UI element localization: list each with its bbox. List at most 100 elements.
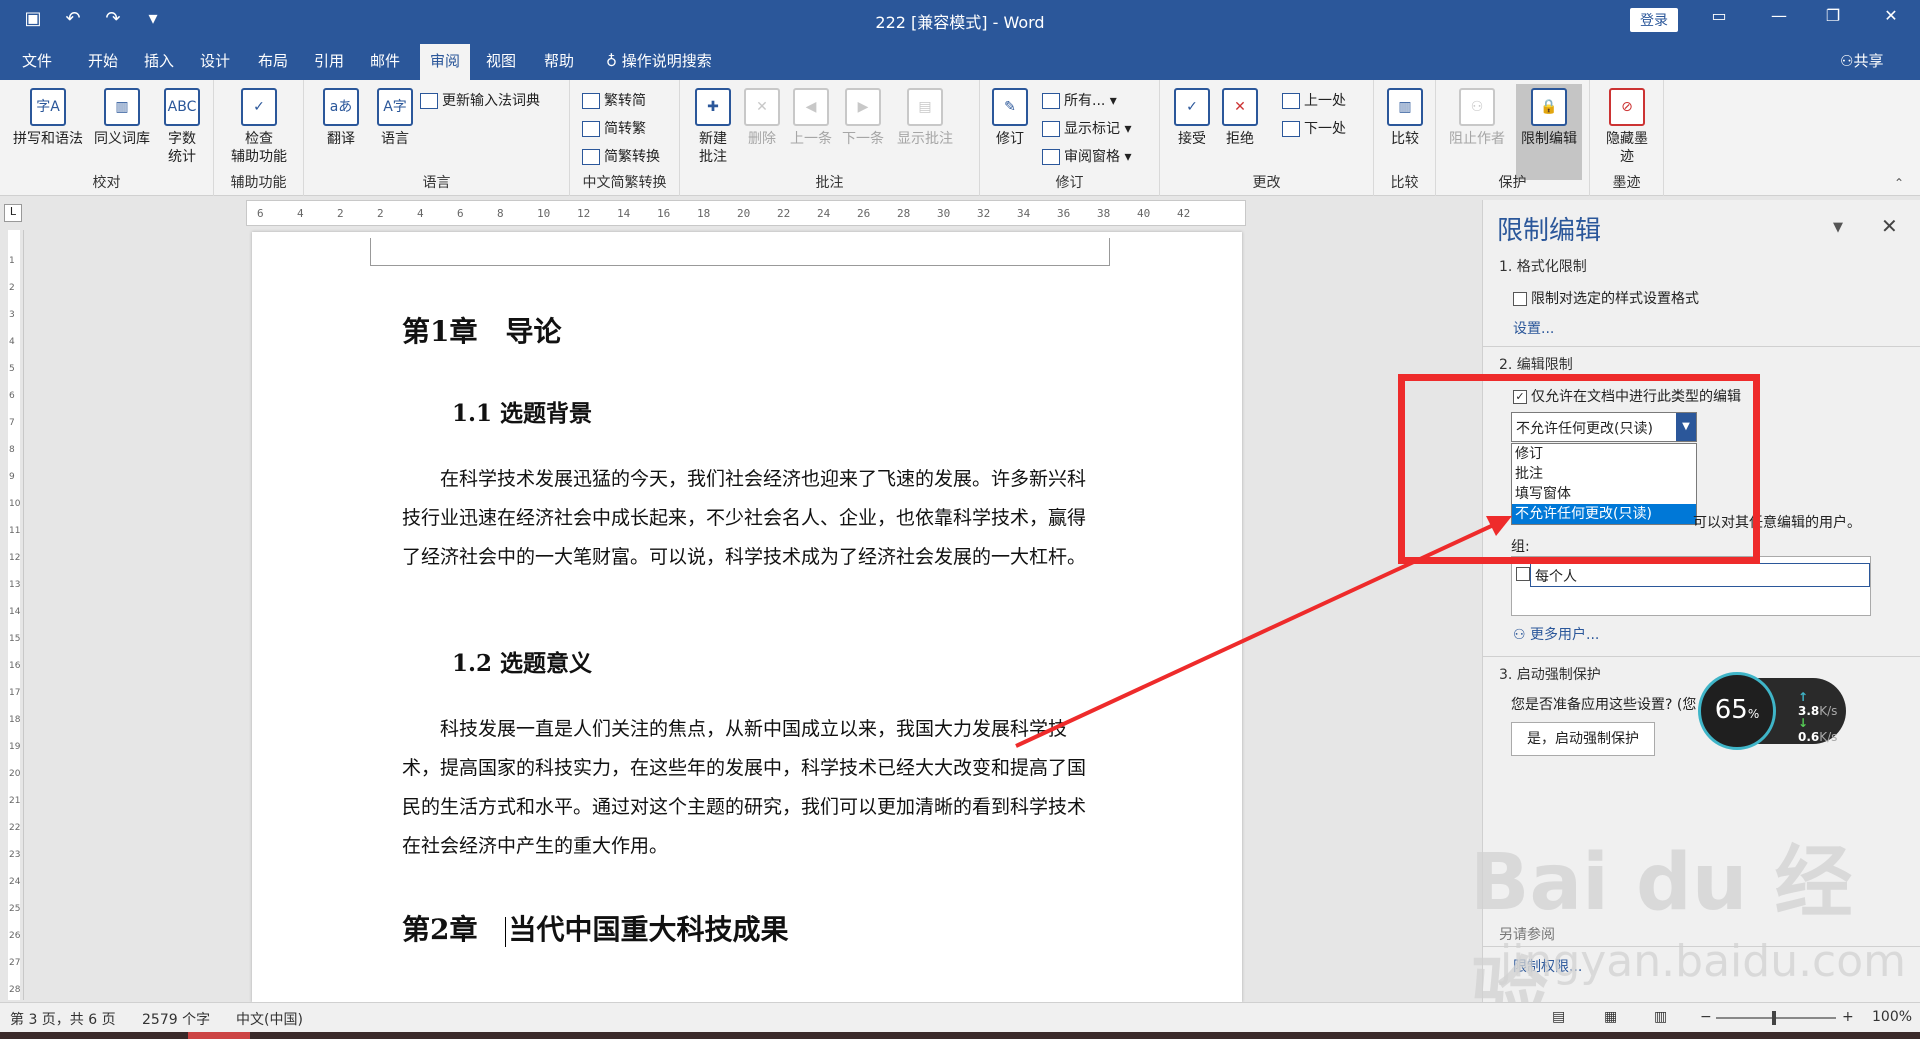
update-ime-button[interactable]: 更新输入法词典 xyxy=(420,90,540,110)
tab-references[interactable]: 引用 xyxy=(314,50,344,71)
previous-change-button[interactable]: 上一处 xyxy=(1282,90,1346,110)
ruler-tick: 10 xyxy=(9,499,21,509)
search-label: 操作说明搜索 xyxy=(621,52,712,70)
section-1-1-heading[interactable]: 1.1 选题背景 xyxy=(452,394,592,428)
tab-view[interactable]: 视图 xyxy=(486,50,516,71)
show-markup-button[interactable]: 显示标记 ▾ xyxy=(1042,118,1131,138)
show-comments-button[interactable]: ▤ 显示批注 xyxy=(890,88,960,148)
document-page[interactable]: 第1章 导论 1.1 选题背景 在科学技术发展迅猛的今天，我们社会经济也迎来了飞… xyxy=(252,232,1242,1002)
group-protect: ⚇ 阻止作者 🔒 限制编辑 保护 xyxy=(1436,80,1590,196)
everyone-item[interactable]: 每个人 xyxy=(1530,563,1870,587)
tab-insert[interactable]: 插入 xyxy=(144,50,174,71)
vertical-ruler[interactable]: 1 2 3 4 5 6 7 8 9 10 11 12 13 14 15 16 17 18 19 20 21 22 23 24 2… xyxy=(0,230,24,1000)
reviewing-pane-button[interactable]: 审阅窗格 ▾ xyxy=(1042,146,1131,166)
track-changes-button[interactable]: ✎ 修订 xyxy=(988,88,1032,148)
tab-review[interactable]: 审阅 xyxy=(420,44,471,81)
everyone-checkbox[interactable] xyxy=(1516,567,1530,581)
spelling-grammar-button[interactable]: 字A 拼写和语法 xyxy=(8,88,88,148)
spelling-icon: 字A xyxy=(30,88,66,126)
collapse-ribbon-icon[interactable]: ⌃ xyxy=(1894,176,1904,190)
next-comment-label: 下一条 xyxy=(842,131,884,147)
ribbon-display-icon[interactable]: ▭ xyxy=(1704,6,1734,25)
page-count[interactable]: 第 3 页，共 6 页 xyxy=(10,1009,116,1029)
section-1-2-heading[interactable]: 1.2 选题意义 xyxy=(452,644,592,678)
next-comment-button[interactable]: ▶ 下一条 xyxy=(838,88,888,148)
settings-link[interactable]: 设置... xyxy=(1513,318,1554,338)
pane-close-icon[interactable]: ✕ xyxy=(1881,214,1898,238)
block-authors-button[interactable]: ⚇ 阻止作者 xyxy=(1444,88,1510,148)
minimize-icon[interactable]: — xyxy=(1764,6,1794,25)
tab-help[interactable]: 帮助 xyxy=(544,50,574,71)
convert-label: 简繁转换 xyxy=(604,149,660,165)
tab-design[interactable]: 设计 xyxy=(200,50,230,71)
to-traditional-button[interactable]: 简转繁 xyxy=(582,118,646,138)
word-count-button[interactable]: ABC 字数 统计 xyxy=(156,88,208,166)
more-users-link[interactable]: ⚇ 更多用户... xyxy=(1513,624,1599,644)
zoom-slider-thumb[interactable] xyxy=(1772,1011,1776,1025)
ruler-tick: 21 xyxy=(9,796,21,806)
network-speed-widget[interactable]: 65% ↑ 3.8K/s ↓ 0.6K/s xyxy=(1698,672,1846,750)
group-label-chinese: 中文简繁转换 xyxy=(582,175,667,191)
tab-file[interactable]: 文件 xyxy=(22,50,52,71)
formatting-restriction-checkbox[interactable]: 限制对选定的样式设置格式 xyxy=(1513,288,1699,308)
tab-home[interactable]: 开始 xyxy=(88,50,118,71)
delete-comment-button[interactable]: ✕ 删除 xyxy=(740,88,784,148)
check-accessibility-button[interactable]: ✓ 检查 辅助功能 xyxy=(224,88,294,166)
translate-icon: aあ xyxy=(323,88,359,126)
group-label-changes: 更改 xyxy=(1252,175,1281,191)
traditional-char-icon xyxy=(582,93,600,109)
chapter-1-heading[interactable]: 第1章 导论 xyxy=(402,310,561,350)
thesaurus-icon: ▥ xyxy=(104,88,140,126)
zoom-slider[interactable] xyxy=(1716,1017,1836,1019)
new-comment-label-2: 批注 xyxy=(699,149,727,165)
ruler-tick: 8 xyxy=(9,445,15,455)
group-compare: ▥ 比较 比较 xyxy=(1374,80,1436,196)
web-layout-icon[interactable]: ▥ xyxy=(1654,1009,1667,1025)
formatting-restriction-label: 限制对选定的样式设置格式 xyxy=(1531,291,1699,307)
print-layout-icon[interactable]: ▦ xyxy=(1604,1009,1617,1025)
block-authors-icon: ⚇ xyxy=(1459,88,1495,126)
zoom-in-icon[interactable]: + xyxy=(1842,1009,1854,1025)
markup-dropdown[interactable]: 所有... ▾ xyxy=(1042,90,1117,110)
convert-button[interactable]: 简繁转换 xyxy=(582,146,660,166)
pane-options-icon[interactable]: ▼ xyxy=(1833,220,1843,235)
new-comment-icon: ✚ xyxy=(695,88,731,126)
restrict-editing-button[interactable]: 🔒 限制编辑 xyxy=(1516,84,1582,180)
accept-button[interactable]: ✓ 接受 xyxy=(1170,88,1214,148)
thesaurus-button[interactable]: ▥ 同义词库 xyxy=(90,88,154,148)
hide-ink-button[interactable]: ⊘ 隐藏墨迹 xyxy=(1598,88,1656,166)
close-icon[interactable]: ✕ xyxy=(1876,6,1906,25)
word-count[interactable]: 2579 个字 xyxy=(142,1009,210,1029)
paragraph-1[interactable]: 在科学技术发展迅猛的今天，我们社会经济也迎来了飞速的发展。许多新兴科技行业迅速在… xyxy=(402,460,1092,577)
zoom-out-icon[interactable]: − xyxy=(1700,1009,1712,1025)
horizontal-ruler[interactable]: 6 4 2 2 4 6 8 10 12 14 16 18 20 22 24 26 28 30 32 34 36 38 40 4… xyxy=(246,200,1246,226)
tab-layout[interactable]: 布局 xyxy=(258,50,288,71)
chapter-2-heading[interactable]: 第2章 当代中国重大科技成果 xyxy=(402,908,789,948)
ruler-tick: 4 xyxy=(417,207,424,220)
group-ink: ⊘ 隐藏墨迹 墨迹 xyxy=(1590,80,1664,196)
login-button[interactable]: 登录 xyxy=(1630,8,1678,32)
reject-button[interactable]: ✕ 拒绝 xyxy=(1218,88,1262,148)
zoom-level[interactable]: 100% xyxy=(1872,1009,1912,1025)
start-enforcing-button[interactable]: 是，启动强制保护 xyxy=(1511,722,1655,756)
tell-me-search[interactable]: ♁ 操作说明搜索 xyxy=(606,50,712,71)
ruler-tick: 23 xyxy=(9,850,21,860)
previous-comment-button[interactable]: ◀ 上一条 xyxy=(786,88,836,148)
to-simplified-button[interactable]: 繁转简 xyxy=(582,90,646,110)
translate-button[interactable]: aあ 翻译 xyxy=(316,88,366,148)
share-button[interactable]: ⚇共享 xyxy=(1840,50,1883,71)
group-label-accessibility: 辅助功能 xyxy=(230,175,287,191)
language-status[interactable]: 中文(中国) xyxy=(236,1009,303,1029)
status-bar: 第 3 页，共 6 页 2579 个字 中文(中国) ▤ ▦ ▥ − + 100… xyxy=(0,1002,1920,1032)
language-button[interactable]: A字 语言 xyxy=(370,88,420,148)
tab-selector[interactable]: L xyxy=(4,204,22,222)
ruler-tick: 36 xyxy=(1057,207,1071,220)
compare-button[interactable]: ▥ 比较 xyxy=(1380,88,1430,148)
tab-mailings[interactable]: 邮件 xyxy=(370,50,400,71)
chapter-2-title: 当代中国重大科技成果 xyxy=(508,913,789,946)
restore-icon[interactable]: ❐ xyxy=(1818,6,1848,25)
paragraph-2[interactable]: 科技发展一直是人们关注的焦点，从新中国成立以来，我国大力发展科学技术，提高国家的… xyxy=(402,710,1092,866)
next-change-button[interactable]: 下一处 xyxy=(1282,118,1346,138)
new-comment-button[interactable]: ✚ 新建 批注 xyxy=(688,88,738,166)
read-mode-icon[interactable]: ▤ xyxy=(1552,1009,1565,1025)
